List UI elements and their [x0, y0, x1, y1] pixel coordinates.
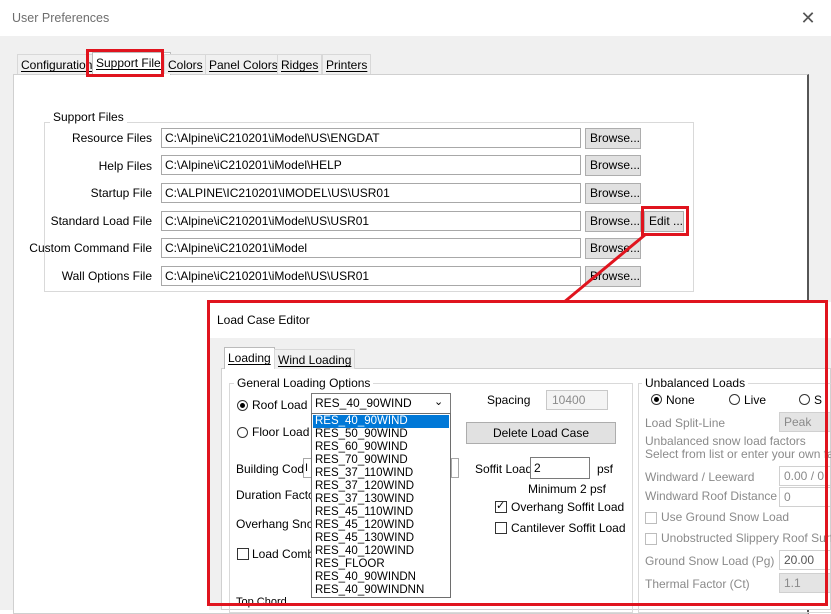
dialog-highlight	[207, 300, 828, 606]
